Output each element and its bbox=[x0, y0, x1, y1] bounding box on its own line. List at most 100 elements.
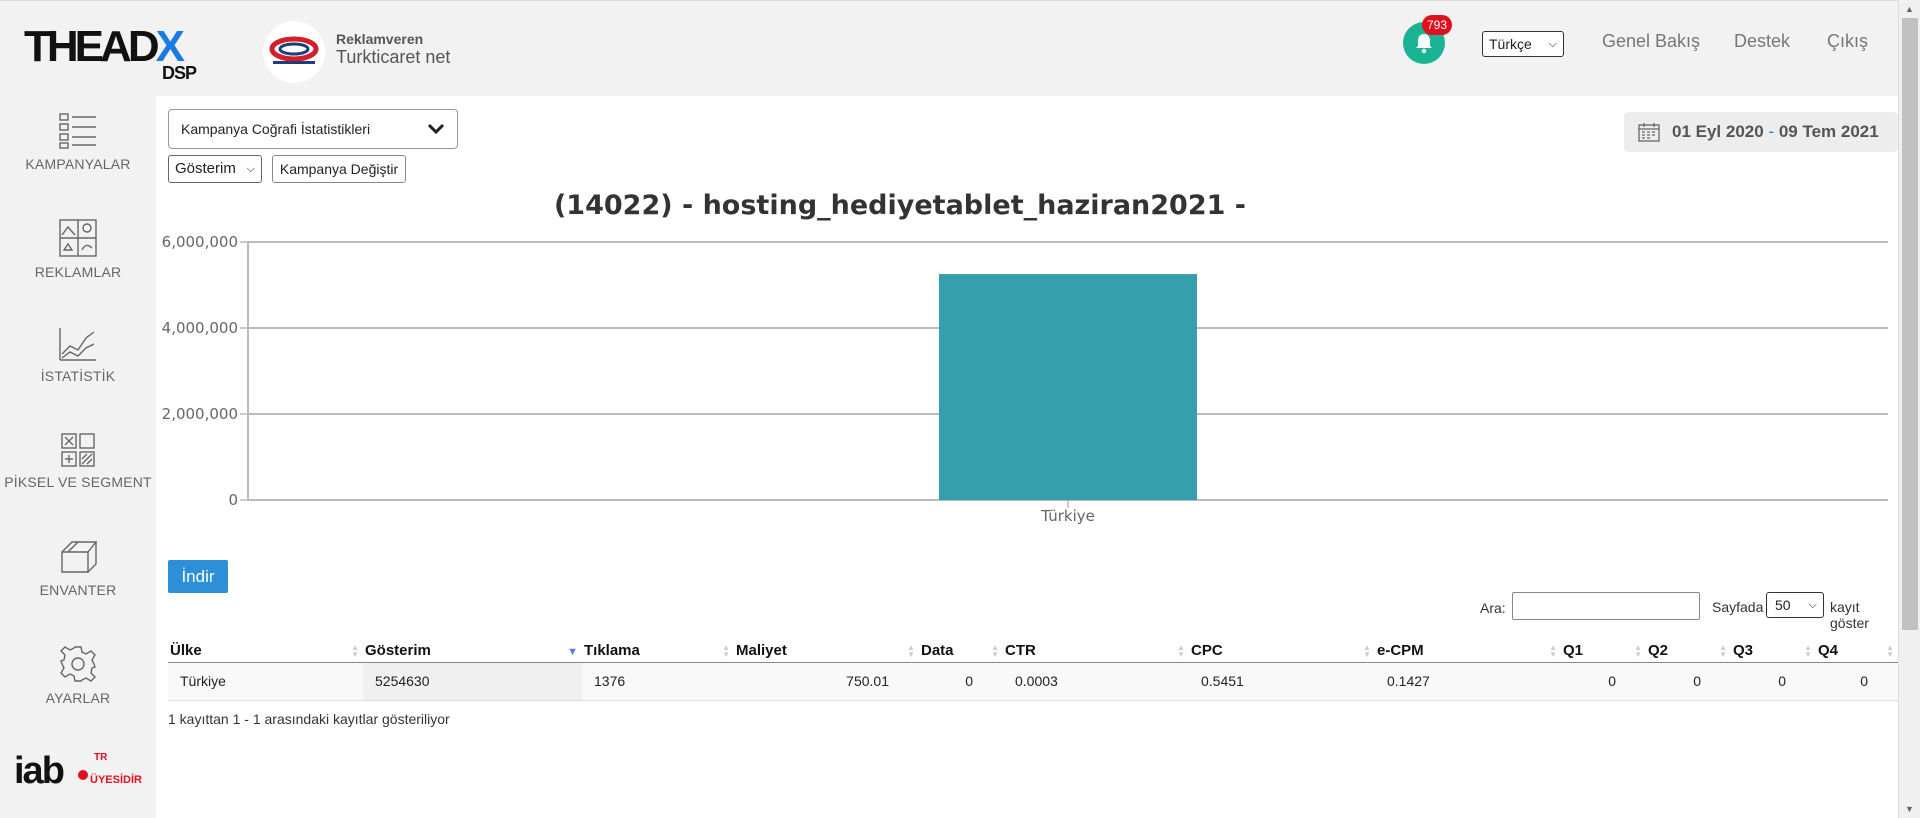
main-content: Kampanya Coğrafi İstatistikleri Gösterim… bbox=[156, 96, 1898, 818]
change-campaign-button[interactable]: Kampanya Değiştir bbox=[272, 155, 406, 183]
column-header-cost[interactable]: Maliyet ▲ ▼ bbox=[734, 640, 919, 663]
cell-country: Türkiye bbox=[168, 662, 363, 701]
date-range-picker[interactable]: 01 Eyl 2020 - 09 Tem 2021 bbox=[1624, 112, 1898, 152]
sidebar-item-ads[interactable]: REKLAMLAR bbox=[0, 218, 156, 308]
sort-icon: ▲ ▼ bbox=[351, 643, 359, 659]
page-size-select[interactable]: 50 ⌵ bbox=[1766, 592, 1824, 618]
sidebar-item-settings[interactable]: AYARLAR bbox=[0, 644, 156, 734]
theadx-logo[interactable]: THEADX DSP bbox=[24, 25, 204, 85]
cell-clicks: 1376 bbox=[582, 662, 734, 701]
nav-support-link[interactable]: Destek bbox=[1734, 31, 1790, 52]
sidebar-item-inventory[interactable]: ENVANTER bbox=[0, 538, 156, 628]
cell-q4: 0 bbox=[1816, 662, 1898, 701]
cell-q3: 0 bbox=[1731, 662, 1816, 701]
sidebar: KAMPANYALAR REKLAMLAR İSTATİSTİK PİKSEL … bbox=[0, 96, 156, 818]
chevron-down-icon: ⌵ bbox=[1548, 38, 1557, 50]
brand-sub: DSP bbox=[162, 63, 197, 83]
sort-icon: ▲ ▼ bbox=[1719, 643, 1727, 659]
table-header-row: Ülke ▲ ▼ Gösterim ▼ Tıklama ▲ ▼ Maliyet ▲ ▼ Dat… bbox=[168, 640, 1898, 663]
column-header-clicks[interactable]: Tıklama ▲ ▼ bbox=[582, 640, 734, 663]
sort-icon: ▲ ▼ bbox=[991, 643, 999, 659]
metric-value: Gösterim bbox=[175, 160, 236, 177]
geo-stats-bar-chart: (14022) - hosting_hediyetablet_haziran20… bbox=[162, 190, 1888, 525]
date-end: 09 Tem 2021 bbox=[1778, 122, 1879, 141]
column-header-cpc[interactable]: CPC ▲ ▼ bbox=[1189, 640, 1375, 663]
sidebar-item-label: İSTATİSTİK bbox=[40, 368, 116, 384]
chart-title: (14022) - hosting_hediyetablet_haziran20… bbox=[554, 190, 1246, 221]
column-header-ctr[interactable]: CTR ▲ ▼ bbox=[1003, 640, 1189, 663]
column-header-q3[interactable]: Q3 ▲ ▼ bbox=[1731, 640, 1816, 663]
statistics-chart-icon bbox=[59, 328, 96, 361]
page-size-label: Sayfada bbox=[1712, 599, 1764, 615]
column-header-q4[interactable]: Q4 ▲ ▼ bbox=[1816, 640, 1898, 663]
inventory-box-icon bbox=[61, 541, 98, 573]
page-scrollbar[interactable]: ▲ ▼ bbox=[1898, 0, 1920, 818]
sort-desc-icon: ▼ bbox=[567, 646, 578, 658]
iab-member-text: ÜYESİDİR bbox=[90, 774, 142, 786]
column-header-impressions[interactable]: Gösterim ▼ bbox=[363, 640, 582, 663]
sort-icon: ▲ ▼ bbox=[1804, 643, 1812, 659]
notification-badge: 793 bbox=[1422, 15, 1452, 35]
date-separator: - bbox=[1768, 122, 1775, 141]
x-tick-label: Türkiye bbox=[1040, 507, 1095, 525]
search-label: Ara: bbox=[1480, 600, 1506, 616]
y-tick-label: 0 bbox=[228, 491, 238, 509]
sidebar-item-label: AYARLAR bbox=[45, 690, 111, 706]
nav-overview-link[interactable]: Genel Bakış bbox=[1602, 31, 1700, 52]
table-row: Türkiye 5254630 1376 750.01 0 0.0003 0.5… bbox=[168, 662, 1898, 701]
sidebar-item-label: PİKSEL VE SEGMENT bbox=[4, 474, 152, 490]
chart-bar[interactable] bbox=[939, 274, 1197, 500]
download-button[interactable]: İndir bbox=[168, 560, 228, 593]
sort-icon: ▲ ▼ bbox=[1177, 643, 1185, 659]
iab-dot bbox=[78, 770, 88, 780]
bell-icon bbox=[1416, 34, 1432, 54]
sidebar-item-label: ENVANTER bbox=[39, 582, 117, 598]
cell-q2: 0 bbox=[1646, 662, 1731, 701]
sidebar-item-label: KAMPANYALAR bbox=[25, 156, 131, 172]
column-header-data[interactable]: Data ▲ ▼ bbox=[919, 640, 1003, 663]
cell-ecpm: 0.1427 bbox=[1375, 662, 1561, 701]
iab-region: TR bbox=[94, 752, 108, 763]
column-header-q2[interactable]: Q2 ▲ ▼ bbox=[1646, 640, 1731, 663]
stats-table: Ülke ▲ ▼ Gösterim ▼ Tıklama ▲ ▼ Maliyet ▲ ▼ Dat… bbox=[168, 640, 1898, 701]
brand-name: THEADX bbox=[24, 22, 185, 71]
sidebar-item-label: REKLAMLAR bbox=[34, 264, 122, 280]
cell-cost: 750.01 bbox=[734, 662, 919, 701]
top-header: THEADX DSP Reklamveren Turkticaret net 7… bbox=[0, 0, 1898, 96]
ads-gallery-icon bbox=[59, 219, 97, 257]
sort-icon: ▲ ▼ bbox=[907, 643, 915, 659]
column-header-q1[interactable]: Q1 ▲ ▼ bbox=[1561, 640, 1646, 663]
scroll-down-icon[interactable]: ▼ bbox=[1905, 804, 1914, 814]
date-start: 01 Eyl 2020 bbox=[1672, 122, 1764, 141]
sidebar-item-pixel-segment[interactable]: PİKSEL VE SEGMENT bbox=[0, 432, 156, 522]
scroll-up-icon[interactable]: ▲ bbox=[1905, 4, 1914, 14]
sort-icon: ▲ ▼ bbox=[722, 643, 730, 659]
page-size-value: 50 bbox=[1775, 597, 1791, 613]
chevron-down-icon: ⌵ bbox=[1808, 599, 1817, 611]
search-input[interactable] bbox=[1512, 592, 1700, 620]
pixel-segment-icon bbox=[61, 433, 95, 467]
language-select[interactable]: Türkçe ⌵ bbox=[1482, 31, 1564, 57]
nav-logout-link[interactable]: Çıkış bbox=[1827, 31, 1868, 52]
chevron-down-icon bbox=[427, 123, 445, 135]
chevron-down-icon: ⌵ bbox=[246, 163, 255, 175]
column-header-country[interactable]: Ülke ▲ ▼ bbox=[168, 640, 363, 663]
y-tick-label: 4,000,000 bbox=[162, 319, 238, 337]
cell-impressions: 5254630 bbox=[363, 662, 582, 701]
cell-ctr: 0.0003 bbox=[1003, 662, 1189, 701]
cell-cpc: 0.5451 bbox=[1189, 662, 1375, 701]
metric-select[interactable]: Gösterim ⌵ bbox=[168, 155, 262, 183]
language-value: Türkçe bbox=[1489, 36, 1532, 52]
scroll-thumb[interactable] bbox=[1902, 18, 1918, 630]
report-type-select[interactable]: Kampanya Coğrafi İstatistikleri bbox=[168, 109, 458, 149]
sidebar-item-campaigns[interactable]: KAMPANYALAR bbox=[0, 112, 156, 202]
settings-gear-icon bbox=[60, 646, 96, 682]
campaign-list-icon bbox=[59, 113, 96, 149]
iab-member-badge: iab TR ÜYESİDİR bbox=[14, 750, 142, 793]
advertiser-name: Turkticaret net bbox=[336, 47, 451, 67]
iab-logo-text: iab bbox=[14, 750, 65, 792]
column-header-ecpm[interactable]: e-CPM ▲ ▼ bbox=[1375, 640, 1561, 663]
cell-q1: 0 bbox=[1561, 662, 1646, 701]
sidebar-item-statistics[interactable]: İSTATİSTİK bbox=[0, 326, 156, 416]
table-info: 1 kayıttan 1 - 1 arasındaki kayıtlar gös… bbox=[168, 711, 450, 727]
